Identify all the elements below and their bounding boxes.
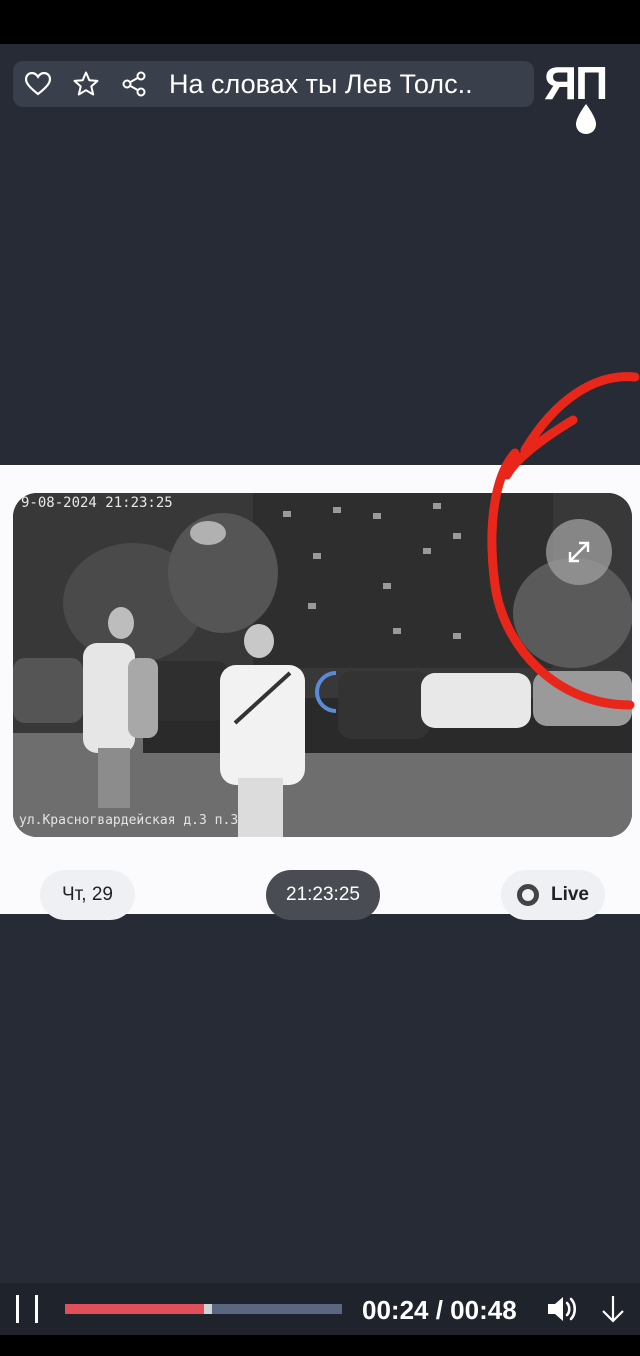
live-label: Live [550, 884, 590, 905]
time-display: 00:24 / 00:48 [362, 1295, 517, 1325]
camera-address: ул.Красногвардейская д.3 п.3 [19, 813, 239, 828]
live-chip[interactable]: Live [501, 870, 605, 920]
heart-icon[interactable] [25, 71, 51, 97]
title-bar: На словах ты Лев Толс.. [13, 61, 534, 107]
day-chip[interactable]: Чт, 29 [40, 870, 135, 920]
red-circle-annotation [487, 372, 640, 710]
pause-button[interactable] [16, 1295, 38, 1323]
time-chip[interactable]: 21:23:25 [266, 870, 380, 920]
download-icon[interactable] [600, 1294, 626, 1324]
video-title: На словах ты Лев Толс.. [169, 68, 473, 99]
logo-text: ЯП [544, 57, 608, 109]
player-controls: 00:24 / 00:48 [0, 1283, 640, 1335]
pause-icon-bar [35, 1295, 38, 1323]
progress-buffered [203, 1304, 212, 1314]
share-icon[interactable] [121, 71, 147, 97]
volume-icon[interactable] [545, 1294, 579, 1324]
drop-icon [576, 104, 596, 134]
progress-bar[interactable] [65, 1304, 342, 1314]
channel-logo: ЯП [544, 58, 630, 138]
camera-timestamp: 9-08-2024 21:23:25 [21, 495, 173, 511]
navigation-bar [0, 1335, 640, 1356]
star-icon[interactable] [73, 71, 99, 97]
status-bar [0, 0, 640, 44]
live-dot-icon [516, 884, 539, 906]
pause-icon-bar [16, 1295, 19, 1323]
progress-played [65, 1304, 204, 1314]
